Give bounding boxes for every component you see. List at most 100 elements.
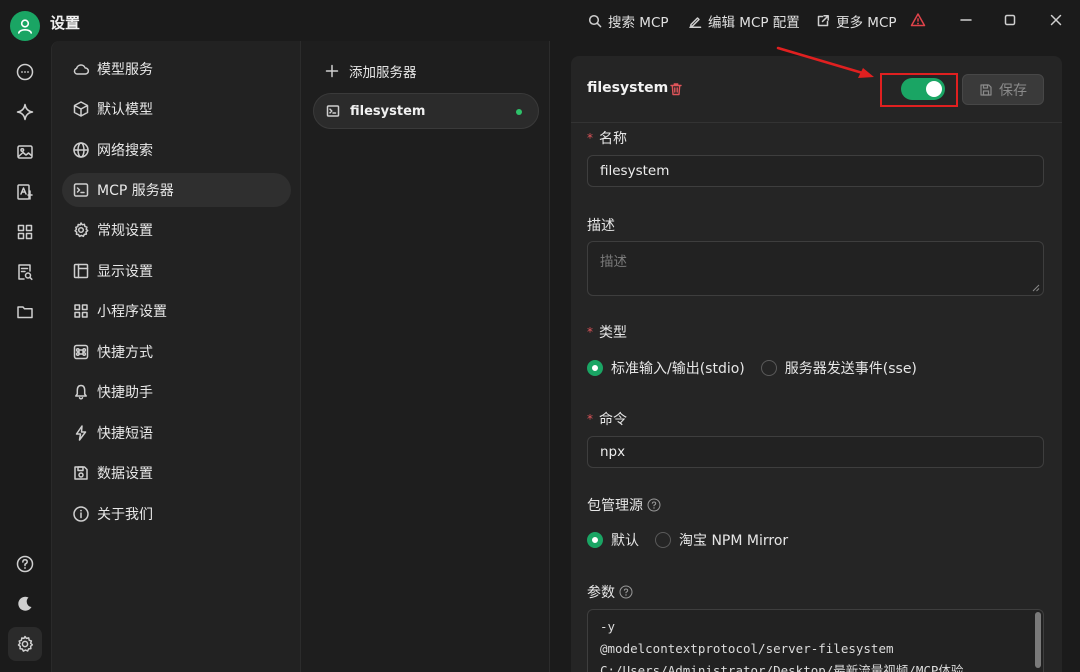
nav-item-web-search[interactable]: 网络搜索	[62, 133, 291, 167]
registry-option-default-label[interactable]: 默认	[611, 530, 639, 550]
toggle-knob	[926, 81, 942, 97]
nav-item-default-model[interactable]: 默认模型	[62, 92, 291, 126]
nav-item-label: 快捷短语	[97, 426, 153, 442]
server-enable-toggle[interactable]	[901, 78, 945, 100]
layout-icon	[73, 263, 89, 279]
nav-item-shortcuts[interactable]: 快捷方式	[62, 335, 291, 369]
type-radio-sse[interactable]	[760, 360, 777, 376]
command-label-text: 命令	[599, 412, 627, 428]
help-icon[interactable]	[619, 585, 633, 599]
required-mark: *	[587, 131, 593, 145]
maximize-button[interactable]	[1000, 10, 1020, 30]
args-scrollbar[interactable]	[1035, 612, 1041, 668]
help-icon[interactable]	[647, 498, 661, 512]
minimize-icon	[960, 19, 972, 21]
type-option-stdio-label[interactable]: 标准输入/输出(stdio)	[611, 358, 745, 378]
nav-item-quick-phrases[interactable]: 快捷短语	[62, 416, 291, 450]
translate-icon[interactable]	[15, 182, 35, 202]
required-mark: *	[587, 412, 593, 426]
server-form-card: filesystem 保存 * 名称 filesystem 描述 描述 * 类型 标…	[571, 56, 1062, 672]
server-list-item[interactable]: filesystem	[313, 93, 539, 129]
image-icon[interactable]	[15, 142, 35, 162]
nav-item-label: 网络搜索	[97, 143, 153, 159]
name-input[interactable]: filesystem	[587, 155, 1044, 187]
name-label: * 名称	[587, 128, 627, 148]
terminal-icon	[326, 105, 340, 117]
registry-label: 包管理源	[587, 495, 661, 515]
description-textarea[interactable]: 描述	[587, 241, 1044, 296]
minimize-button[interactable]	[956, 10, 976, 30]
args-textarea[interactable]: -y @modelcontextprotocol/server-filesyst…	[587, 609, 1044, 672]
close-icon	[1050, 14, 1062, 26]
user-avatar[interactable]	[10, 11, 40, 41]
warning-button[interactable]	[908, 10, 928, 30]
type-label: * 类型	[587, 322, 627, 342]
nav-item-model-service[interactable]: 模型服务	[62, 52, 291, 86]
add-server-button[interactable]: 添加服务器	[325, 61, 417, 81]
nav-item-data-settings[interactable]: 数据设置	[62, 456, 291, 490]
search-icon	[588, 14, 602, 28]
registry-radio-default[interactable]	[587, 532, 603, 548]
name-label-text: 名称	[599, 131, 627, 147]
nav-item-about[interactable]: 关于我们	[62, 497, 291, 531]
resize-handle-icon[interactable]	[1032, 284, 1040, 292]
nav-item-label: 显示设置	[97, 264, 153, 280]
grid-icon	[74, 304, 88, 318]
chat-icon[interactable]	[15, 62, 35, 82]
search-mcp-button[interactable]: 搜索 MCP	[588, 11, 669, 31]
close-button[interactable]	[1046, 10, 1066, 30]
help-icon[interactable]	[15, 554, 35, 574]
nav-item-general-settings[interactable]: 常规设置	[62, 213, 291, 247]
nav-item-label: 数据设置	[97, 466, 153, 482]
nav-item-label: MCP 服务器	[97, 183, 174, 199]
settings-nav: 模型服务 默认模型 网络搜索 MCP 服务器 常规设置 显示设置 小程序设置 快…	[51, 41, 300, 672]
gear-icon	[74, 222, 89, 238]
args-label-text: 参数	[587, 585, 615, 601]
external-link-icon	[817, 15, 829, 27]
nav-item-quick-assistant[interactable]: 快捷助手	[62, 375, 291, 409]
name-value: filesystem	[600, 163, 670, 179]
nav-item-label: 小程序设置	[97, 304, 167, 320]
settings-icon	[17, 635, 34, 652]
doc-search-icon[interactable]	[15, 262, 35, 282]
cube-icon	[73, 101, 89, 117]
edit-mcp-config-label: 编辑 MCP 配置	[708, 15, 800, 31]
save-icon	[74, 466, 88, 480]
nav-item-mcp-servers[interactable]: MCP 服务器	[62, 173, 291, 207]
args-line: @modelcontextprotocol/server-filesystem	[600, 641, 894, 656]
nav-item-miniapp-settings[interactable]: 小程序设置	[62, 294, 291, 328]
edit-icon	[689, 17, 702, 28]
folder-icon[interactable]	[15, 302, 35, 322]
server-detail-panel: filesystem 保存 * 名称 filesystem 描述 描述 * 类型 标…	[551, 41, 1080, 672]
icon-rail	[0, 41, 51, 672]
registry-option-taobao-label[interactable]: 淘宝 NPM Mirror	[679, 530, 788, 550]
user-icon	[18, 19, 32, 34]
edit-mcp-config-button[interactable]: 编辑 MCP 配置	[688, 11, 800, 31]
window-title: 设置	[50, 14, 81, 32]
save-icon	[980, 83, 992, 96]
registry-radio-group: 默认 淘宝 NPM Mirror	[587, 530, 788, 550]
nav-item-display-settings[interactable]: 显示设置	[62, 254, 291, 288]
sparkle-icon[interactable]	[15, 102, 35, 122]
type-option-sse-label[interactable]: 服务器发送事件(sse)	[785, 358, 917, 378]
terminal-icon	[73, 183, 89, 197]
type-radio-stdio[interactable]	[587, 360, 603, 376]
nav-item-label: 默认模型	[97, 102, 153, 118]
info-icon	[73, 506, 89, 522]
args-label: 参数	[587, 582, 633, 602]
more-mcp-button[interactable]: 更多 MCP	[816, 11, 897, 31]
save-button[interactable]: 保存	[962, 74, 1044, 105]
delete-icon[interactable]	[668, 81, 684, 97]
title-bar: 设置 搜索 MCP 编辑 MCP 配置 更多 MCP	[0, 0, 1080, 41]
nav-item-label: 快捷方式	[97, 345, 153, 361]
command-input[interactable]: npx	[587, 436, 1044, 468]
apps-icon[interactable]	[15, 222, 35, 242]
server-title: filesystem	[587, 80, 669, 96]
registry-label-text: 包管理源	[587, 498, 643, 514]
moon-icon[interactable]	[15, 594, 35, 614]
settings-rail-button[interactable]	[8, 627, 42, 661]
nav-item-label: 关于我们	[97, 507, 153, 523]
maximize-icon	[1004, 14, 1016, 26]
registry-radio-taobao[interactable]	[655, 532, 671, 548]
type-label-text: 类型	[599, 325, 627, 341]
